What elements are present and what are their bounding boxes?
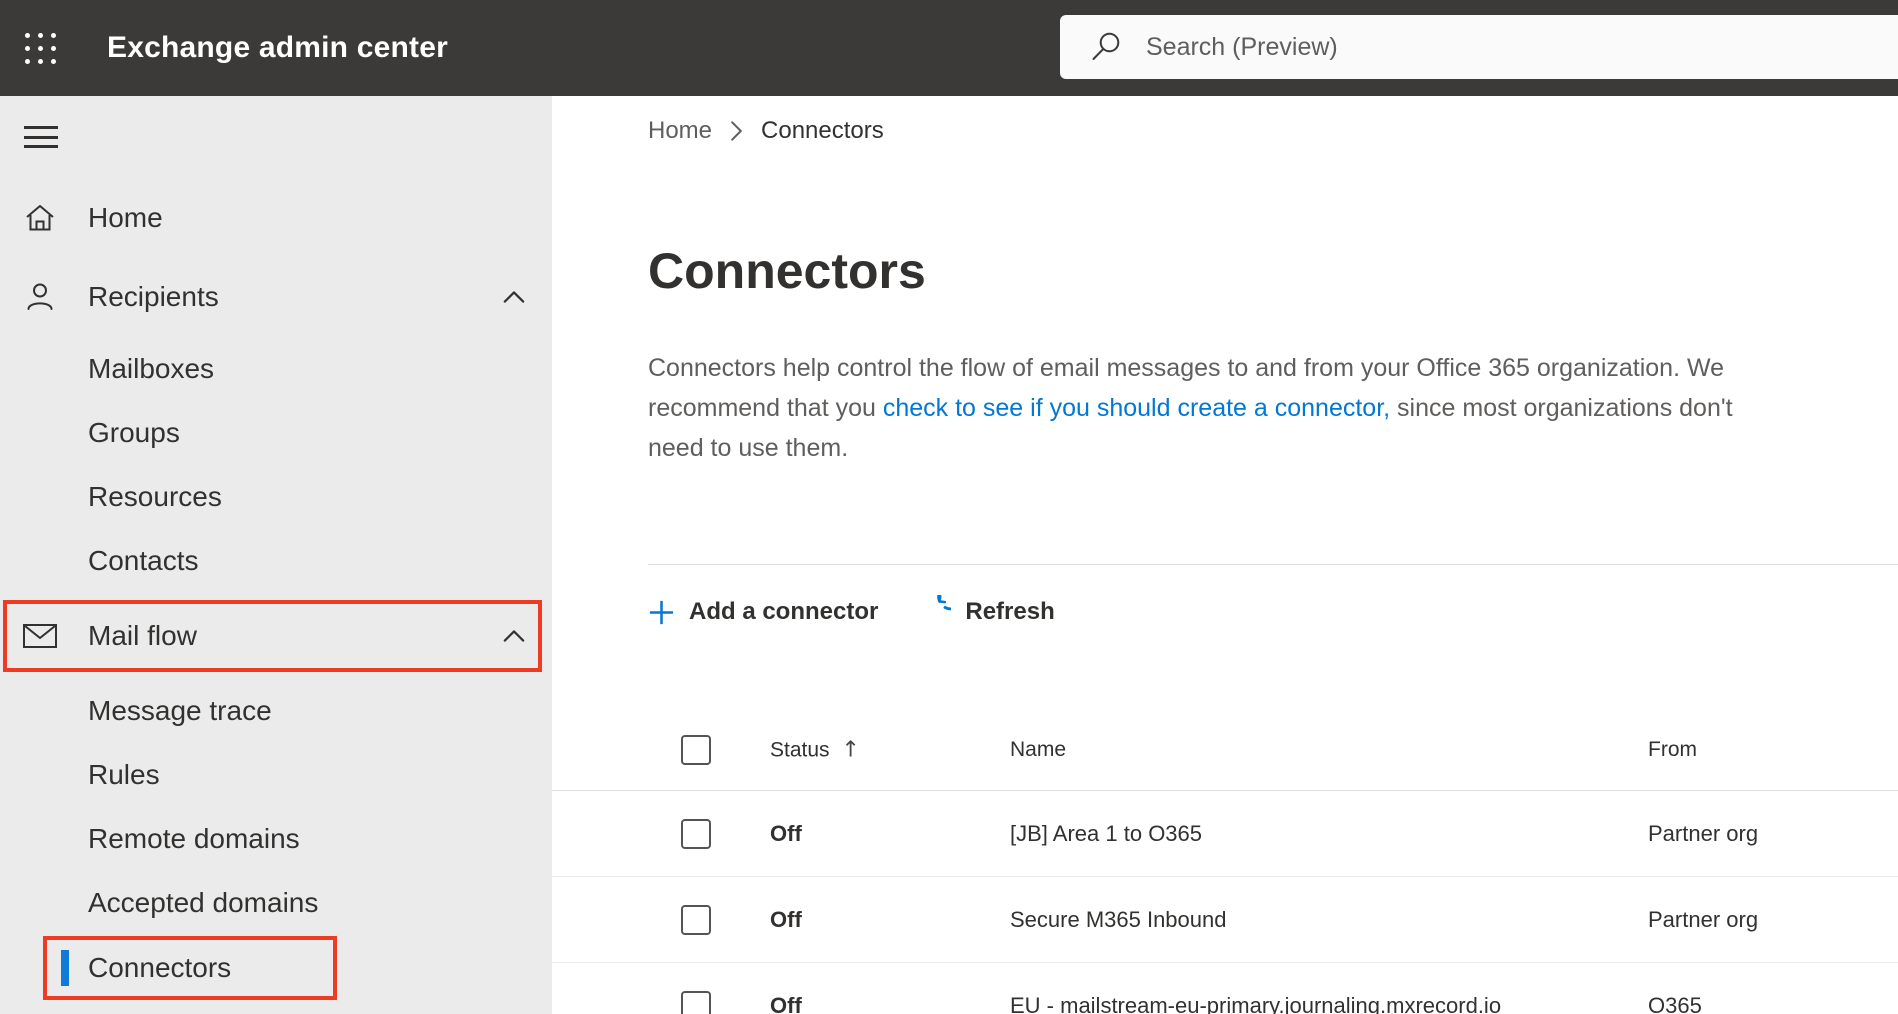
chevron-up-icon[interactable]	[503, 291, 525, 304]
row-checkbox[interactable]	[681, 990, 711, 1014]
column-header-from[interactable]: From	[1648, 738, 1697, 762]
column-header-status[interactable]: Status ↑	[770, 738, 860, 763]
sidebar-item-label: Rules	[88, 759, 160, 790]
app-title[interactable]: Exchange admin center	[107, 0, 448, 96]
row-checkbox[interactable]	[681, 818, 711, 849]
sidebar-item-contacts[interactable]: Contacts	[0, 529, 552, 593]
waffle-icon	[24, 32, 56, 64]
home-icon	[26, 205, 54, 231]
sidebar-item-label: Message trace	[88, 695, 272, 726]
add-connector-button[interactable]: Add a connector	[648, 598, 878, 626]
hamburger-icon	[24, 126, 58, 129]
search-input[interactable]	[1146, 32, 1846, 62]
sidebar-item-mailboxes[interactable]: Mailboxes	[0, 337, 552, 401]
breadcrumb-home[interactable]: Home	[648, 117, 712, 145]
sidebar-item-home[interactable]: Home	[0, 182, 552, 254]
description-line: recommend that you check to see if you s…	[648, 394, 1733, 422]
sidebar-item-accepted-domains[interactable]: Accepted domains	[0, 871, 552, 935]
status-cell: Off	[770, 820, 802, 846]
toolbar-divider	[648, 564, 1898, 565]
status-cell: Off	[770, 906, 802, 932]
column-header-name[interactable]: Name	[1010, 738, 1066, 762]
sidebar-item-remote-domains[interactable]: Remote domains	[0, 807, 552, 871]
sidebar-item-label: Groups	[88, 417, 180, 448]
name-cell: Secure M365 Inbound	[1010, 906, 1227, 932]
sidebar-item-resources[interactable]: Resources	[0, 465, 552, 529]
page-title: Connectors	[648, 243, 926, 299]
sidebar-item-rules[interactable]: Rules	[0, 743, 552, 807]
table-row[interactable]: Off [JB] Area 1 to O365 Partner org	[552, 791, 1898, 877]
name-cell: [JB] Area 1 to O365	[1010, 820, 1203, 846]
selected-indicator	[61, 950, 69, 986]
app-launcher-button[interactable]	[12, 20, 68, 76]
sidebar-item-label: Connectors	[88, 952, 232, 983]
breadcrumb: Home Connectors	[648, 116, 884, 146]
connectors-table: Status ↑ Name From Off [JB] Area 1 to O36…	[552, 710, 1898, 1014]
from-cell: Partner org	[1648, 906, 1759, 932]
main-content: Home Connectors Connectors Connectors he…	[552, 96, 1898, 1014]
sidebar-item-label: Mail flow	[88, 620, 197, 651]
sidebar-item-message-trace[interactable]: Message trace	[0, 679, 552, 743]
row-checkbox[interactable]	[681, 904, 711, 935]
table-row[interactable]: Off Secure M365 Inbound Partner org	[552, 877, 1898, 963]
refresh-icon	[937, 594, 952, 610]
page-description: Connectors help control the flow of emai…	[648, 348, 1733, 468]
name-cell: EU - mailstream-eu-primary.journaling.mx…	[1010, 992, 1502, 1014]
table-header: Status ↑ Name From	[552, 710, 1898, 791]
sidebar-item-label: Accepted domains	[88, 887, 319, 918]
sidebar-item-label: Resources	[88, 481, 222, 512]
toolbar: Add a connector Refresh	[648, 584, 1055, 640]
search-icon	[1092, 32, 1120, 60]
status-cell: Off	[770, 992, 802, 1014]
breadcrumb-current: Connectors	[761, 117, 884, 144]
search-box[interactable]	[1060, 15, 1898, 79]
create-connector-link[interactable]: check to see if you should create a conn…	[883, 394, 1390, 422]
sidebar-item-label: Remote domains	[88, 823, 300, 854]
sort-ascending-icon: ↑	[841, 737, 860, 763]
topbar: Exchange admin center	[0, 0, 1898, 96]
sidebar: Home Recipients Mailboxes Groups Resourc…	[0, 96, 552, 1014]
select-all-checkbox[interactable]	[681, 735, 711, 765]
sidebar-item-groups[interactable]: Groups	[0, 401, 552, 465]
sidebar-item-mail-flow[interactable]: Mail flow	[0, 600, 552, 672]
refresh-button[interactable]: Refresh	[916, 594, 1055, 630]
sidebar-item-connectors[interactable]: Connectors	[0, 936, 552, 1000]
plus-icon	[649, 600, 674, 624]
chevron-up-icon[interactable]	[503, 630, 525, 643]
person-icon	[27, 283, 53, 310]
description-line: Connectors help control the flow of emai…	[648, 354, 1725, 382]
sidebar-item-label: Recipients	[88, 281, 219, 312]
sidebar-item-label: Home	[88, 202, 163, 233]
from-cell: Partner org	[1648, 820, 1759, 846]
chevron-right-icon	[731, 121, 742, 141]
sidebar-nav: Home Recipients Mailboxes Groups Resourc…	[0, 182, 552, 1000]
description-line: need to use them.	[648, 434, 849, 462]
sidebar-item-recipients[interactable]: Recipients	[0, 261, 552, 333]
from-cell: O365	[1648, 992, 1702, 1014]
sidebar-item-label: Contacts	[88, 545, 199, 576]
hamburger-menu-button[interactable]	[24, 126, 58, 148]
mail-icon	[23, 624, 57, 648]
sidebar-item-label: Mailboxes	[88, 353, 215, 384]
table-row[interactable]: Off EU - mailstream-eu-primary.journalin…	[552, 963, 1898, 1014]
annotation-box-mail-flow	[3, 600, 542, 672]
